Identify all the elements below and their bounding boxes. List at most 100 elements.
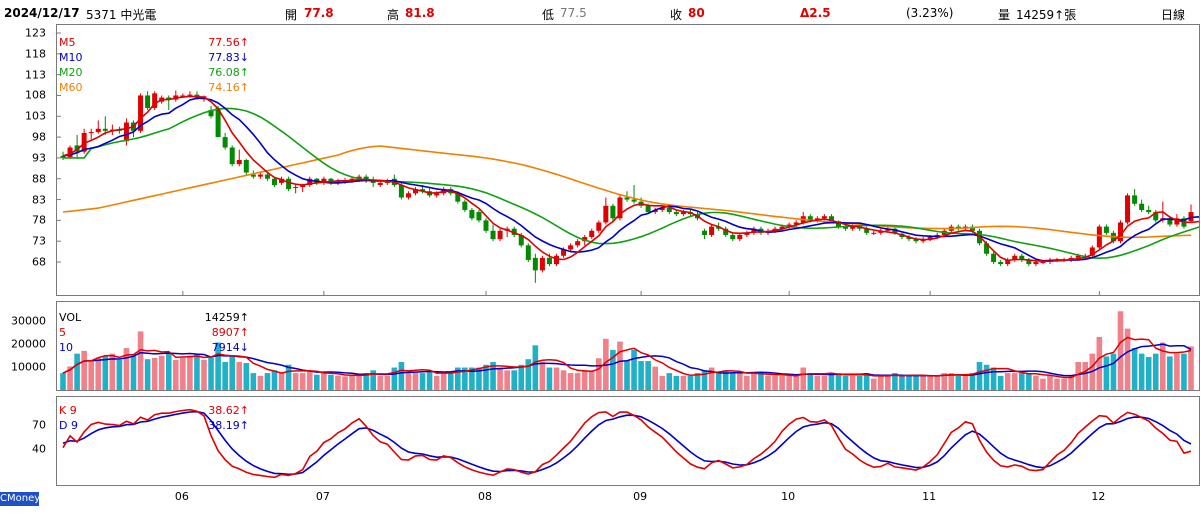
volume-bar bbox=[842, 375, 849, 390]
volume-bar bbox=[821, 375, 828, 390]
volume-bar bbox=[440, 373, 447, 390]
volume-bar bbox=[1145, 356, 1152, 390]
candle-body bbox=[490, 230, 496, 240]
volume-bar bbox=[1054, 378, 1060, 390]
legend-d: D 9 38.19↑ bbox=[59, 419, 249, 432]
volume-bar bbox=[567, 373, 574, 390]
volume-bar bbox=[102, 355, 109, 390]
volume-bar bbox=[729, 373, 736, 390]
volume-bar bbox=[1011, 373, 1018, 390]
candle-body bbox=[998, 262, 1004, 265]
price-y-tick: 118 bbox=[25, 47, 46, 61]
volume-bar bbox=[955, 375, 962, 390]
price-y-tick: 103 bbox=[25, 109, 46, 123]
price-y-tick: 88 bbox=[32, 172, 46, 186]
legend-ma60: M60 74.16↑ bbox=[59, 81, 249, 94]
kd-y-axis: 70 40 bbox=[0, 396, 52, 486]
volume-bar bbox=[870, 378, 877, 390]
volume-bar bbox=[913, 375, 919, 390]
price-y-tick: 123 bbox=[25, 26, 46, 40]
open-label: 開 bbox=[285, 8, 298, 22]
candle-body bbox=[589, 230, 595, 238]
volume-bar bbox=[624, 361, 630, 390]
volume-bar bbox=[405, 373, 412, 390]
volume-bar bbox=[997, 375, 1004, 390]
legend-vol-ma5: 5 8907↑ bbox=[59, 326, 249, 339]
price-y-tick: 78 bbox=[32, 213, 46, 227]
volume-bar bbox=[398, 361, 405, 390]
candle-body bbox=[568, 245, 574, 250]
kd-chart-panel[interactable]: K 9 38.62↑ D 9 38.19↑ bbox=[56, 396, 1200, 486]
volume-bar bbox=[828, 373, 835, 390]
x-tick-label: 09 bbox=[633, 490, 648, 503]
volume-bar bbox=[596, 358, 602, 390]
candle-body bbox=[286, 178, 292, 190]
low-value: 77.5 bbox=[560, 6, 587, 20]
volume-bar bbox=[194, 353, 200, 390]
volume-value: 14259↑張 bbox=[1016, 8, 1077, 22]
volume-bar bbox=[744, 375, 750, 390]
candle-body bbox=[264, 174, 270, 179]
volume-bar bbox=[412, 373, 419, 390]
candle-body bbox=[229, 147, 235, 165]
legend-ma10: M10 77.83↓ bbox=[59, 51, 249, 64]
volume-bar bbox=[878, 375, 884, 390]
close-value: 80 bbox=[688, 6, 705, 20]
volume-bar bbox=[342, 376, 348, 390]
volume-bar bbox=[391, 367, 398, 390]
volume-bar bbox=[1103, 356, 1110, 390]
legend-vol-ma10: 10 7914↓ bbox=[59, 341, 249, 354]
price-y-axis: 123 118 113 108 103 98 93 88 83 78 73 68 bbox=[0, 24, 52, 296]
candle-body bbox=[293, 187, 299, 189]
volume-bar bbox=[751, 373, 757, 390]
volume-bar bbox=[645, 361, 651, 390]
volume-bar bbox=[426, 370, 433, 390]
stock-name: 5371 中光電 bbox=[86, 8, 157, 22]
candle-body bbox=[546, 257, 552, 265]
volume-bar bbox=[560, 370, 567, 390]
price-chart-panel[interactable]: M5 77.56↑ M10 77.83↓ M20 76.08↑ M60 74.16↑ bbox=[56, 24, 1200, 296]
candle-body bbox=[1103, 226, 1109, 233]
volume-bar bbox=[144, 359, 151, 390]
price-y-tick: 98 bbox=[32, 130, 46, 144]
volume-bar bbox=[849, 375, 856, 390]
volume-bar bbox=[1131, 348, 1138, 390]
volume-bar bbox=[1075, 361, 1081, 390]
candle-body bbox=[610, 205, 616, 219]
candle-body bbox=[821, 216, 827, 219]
volume-bar bbox=[983, 364, 990, 390]
period-selector[interactable]: 日線 bbox=[1161, 6, 1185, 23]
volume-bar bbox=[927, 375, 933, 390]
volume-bar bbox=[497, 367, 503, 390]
price-y-tick: 83 bbox=[32, 193, 46, 207]
volume-bar bbox=[899, 375, 905, 390]
price-legend: M5 77.56↑ M10 77.83↓ M20 76.08↑ M60 74.16↑ bbox=[59, 36, 249, 96]
volume-bar bbox=[433, 375, 440, 390]
candle-body bbox=[631, 199, 637, 202]
volume-bar bbox=[201, 359, 207, 390]
candle-body bbox=[243, 160, 249, 173]
volume-bar bbox=[588, 370, 595, 390]
volume-bar bbox=[187, 355, 193, 390]
volume-bar bbox=[546, 367, 553, 390]
volume-y-tick: 20000 bbox=[11, 337, 46, 351]
volume-bar bbox=[74, 353, 80, 390]
volume-bar bbox=[856, 375, 863, 390]
candle-body bbox=[398, 184, 404, 198]
volume-bar bbox=[95, 357, 102, 390]
candle-body bbox=[95, 128, 101, 133]
candle-body bbox=[88, 132, 94, 134]
price-y-tick: 68 bbox=[32, 255, 46, 269]
volume-bar bbox=[511, 370, 517, 390]
volume-bar bbox=[1004, 373, 1011, 390]
x-tick-label: 12 bbox=[1091, 490, 1106, 503]
volume-bar bbox=[673, 375, 680, 390]
volume-bar bbox=[539, 361, 546, 390]
volume-bar bbox=[652, 366, 658, 390]
high-value: 81.8 bbox=[405, 6, 435, 20]
candle-body bbox=[377, 182, 383, 185]
volume-y-tick: 30000 bbox=[11, 314, 46, 328]
volume-bar bbox=[60, 373, 66, 390]
volume-chart-panel[interactable]: VOL 14259↑ 5 8907↑ 10 7914↓ bbox=[56, 301, 1200, 391]
price-y-tick: 93 bbox=[32, 151, 46, 165]
